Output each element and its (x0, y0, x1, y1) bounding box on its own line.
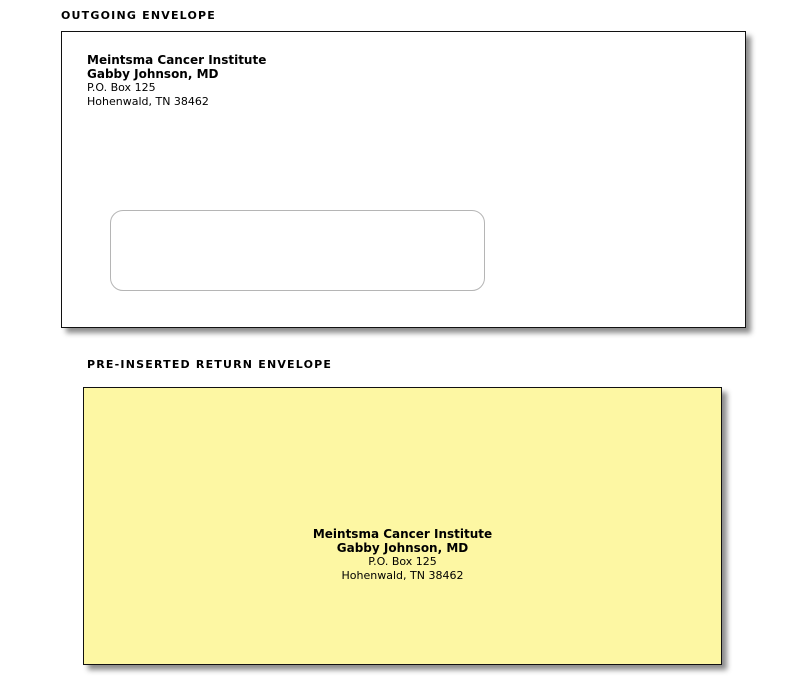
return-contact-name: Gabby Johnson, MD (336, 541, 469, 555)
envelope-proof-page: OUTGOING ENVELOPE Meintsma Cancer Instit… (0, 0, 792, 684)
return-organization: Meintsma Cancer Institute (312, 527, 493, 541)
outgoing-contact-name: Gabby Johnson, MD (87, 67, 219, 81)
outgoing-organization: Meintsma Cancer Institute (87, 53, 267, 67)
return-envelope: Meintsma Cancer Institute Gabby Johnson,… (83, 387, 722, 665)
outgoing-envelope-title: OUTGOING ENVELOPE (61, 9, 217, 22)
return-street: P.O. Box 125 (368, 555, 437, 568)
return-city-state-zip: Hohenwald, TN 38462 (341, 568, 464, 582)
address-window (110, 210, 485, 291)
return-envelope-title: PRE-INSERTED RETURN ENVELOPE (87, 358, 333, 371)
outgoing-street: P.O. Box 125 (87, 81, 156, 94)
outgoing-return-address: Meintsma Cancer Institute Gabby Johnson,… (87, 53, 266, 108)
outgoing-envelope: Meintsma Cancer Institute Gabby Johnson,… (61, 31, 746, 328)
return-envelope-address: Meintsma Cancer Institute Gabby Johnson,… (84, 527, 721, 582)
outgoing-city-state-zip: Hohenwald, TN 38462 (87, 94, 209, 108)
